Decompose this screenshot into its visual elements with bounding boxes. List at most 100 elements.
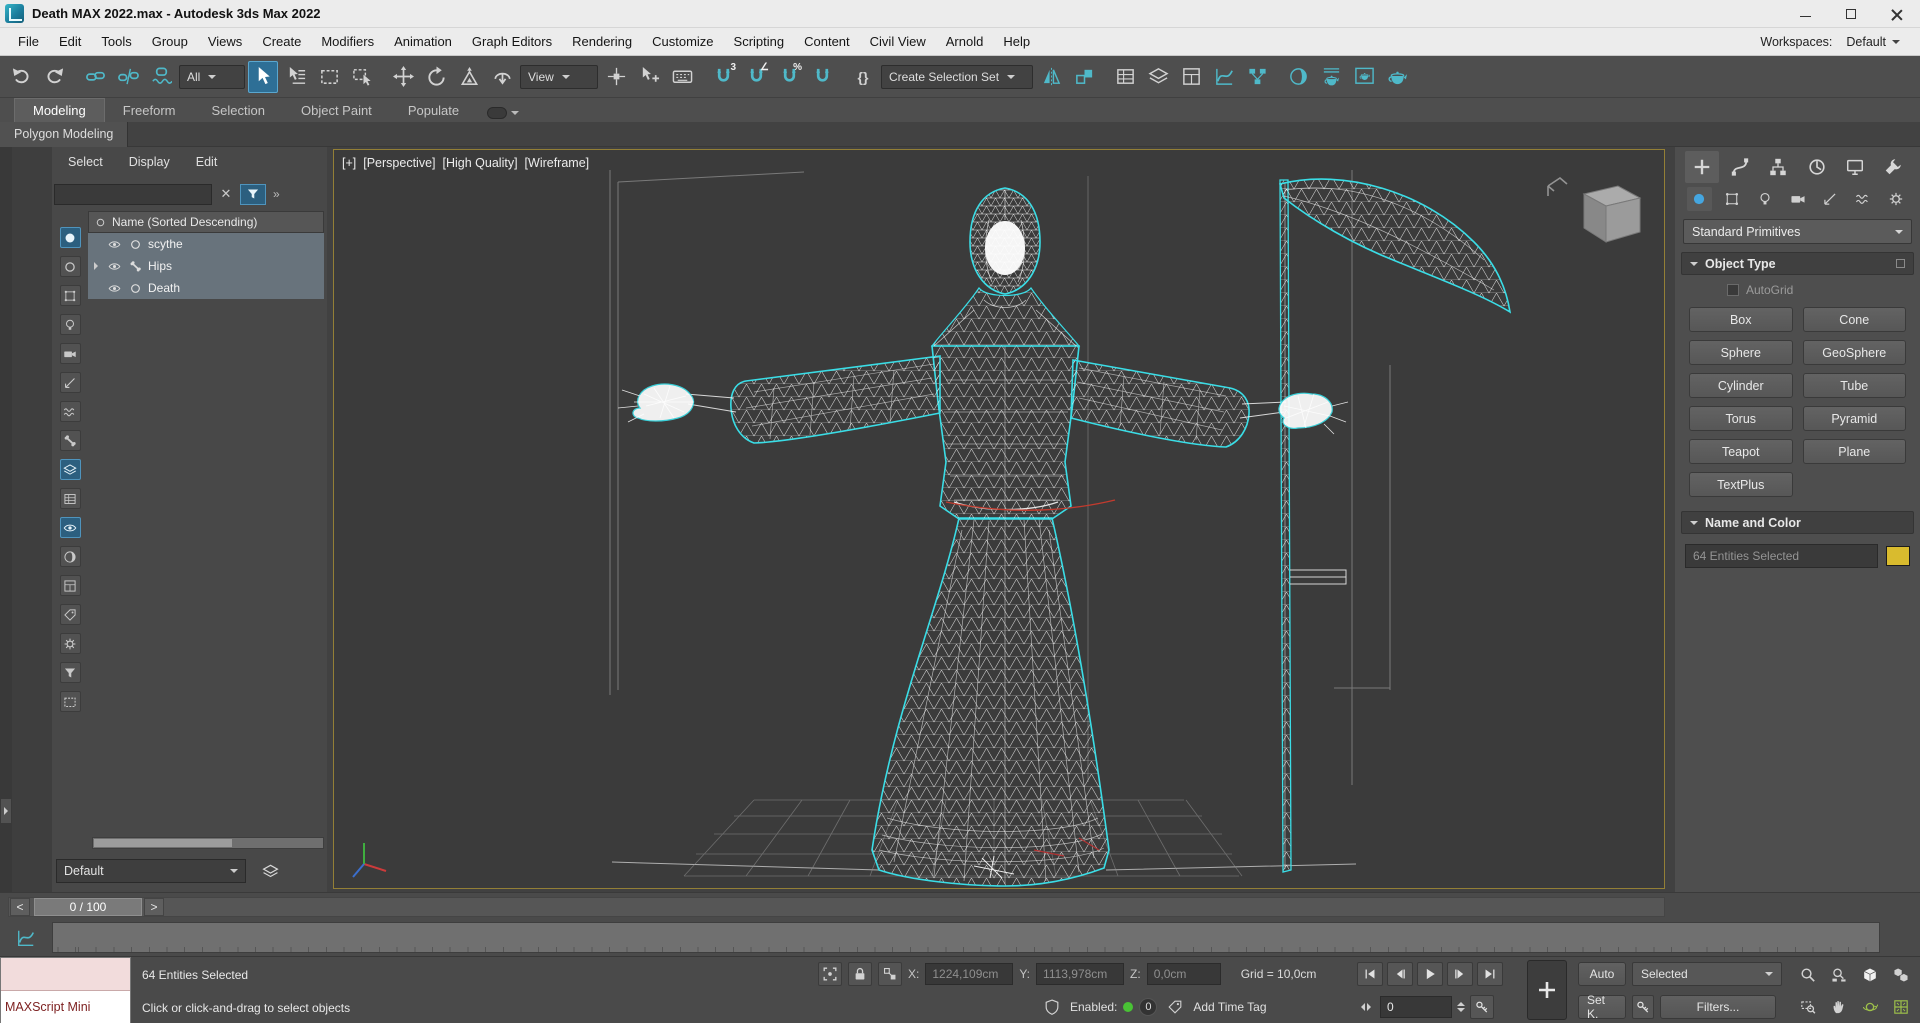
select-and-manipulate-button[interactable] xyxy=(634,61,664,93)
play-button[interactable] xyxy=(1417,962,1443,986)
filter-selection-sets-icon[interactable] xyxy=(59,604,81,625)
frame-step-icons[interactable] xyxy=(1357,1003,1375,1011)
orbit-icon[interactable] xyxy=(1856,992,1884,1021)
bind-to-space-warp-button[interactable] xyxy=(146,61,176,93)
cone-button[interactable]: Cone xyxy=(1802,307,1906,332)
workspaces-dropdown[interactable]: Default xyxy=(1840,33,1906,51)
modify-tab-icon[interactable] xyxy=(1723,151,1757,183)
menu-content[interactable]: Content xyxy=(794,28,860,55)
close-button[interactable] xyxy=(1874,0,1920,27)
edit-named-selection-sets-button[interactable]: {} xyxy=(848,61,878,93)
utilities-tab-icon[interactable] xyxy=(1876,151,1910,183)
plane-button[interactable]: Plane xyxy=(1802,439,1906,464)
filter-hidden-icon[interactable] xyxy=(59,691,81,712)
current-frame-field[interactable]: 0 xyxy=(1380,996,1452,1018)
eye-icon[interactable] xyxy=(106,258,123,275)
menu-tools[interactable]: Tools xyxy=(91,28,141,55)
keyboard-shortcut-override-toggle[interactable] xyxy=(667,61,697,93)
filter-space-warps-icon[interactable] xyxy=(59,401,81,422)
select-and-place-button[interactable] xyxy=(487,61,517,93)
zoom-icon[interactable] xyxy=(1794,960,1822,989)
maximize-button[interactable] xyxy=(1828,0,1874,27)
viewport-general-menu[interactable]: [+] xyxy=(342,156,356,170)
lights-category-icon[interactable] xyxy=(1752,187,1777,211)
reference-coordinate-system-dropdown[interactable]: View xyxy=(520,64,598,89)
explorer-horizontal-scrollbar[interactable] xyxy=(92,837,324,849)
cameras-category-icon[interactable] xyxy=(1785,187,1810,211)
ribbon-panel-options-icon[interactable] xyxy=(487,107,520,119)
explorer-menu-select[interactable]: Select xyxy=(68,155,103,169)
sphere-button[interactable]: Sphere xyxy=(1689,340,1793,365)
select-object-button[interactable] xyxy=(248,60,278,93)
list-item-death[interactable]: Death xyxy=(88,277,324,299)
rectangular-selection-region-button[interactable] xyxy=(314,61,344,93)
create-key-button[interactable] xyxy=(1527,960,1567,1020)
geometry-category-icon[interactable] xyxy=(1687,187,1712,211)
motion-tab-icon[interactable] xyxy=(1800,151,1834,183)
pan-icon[interactable] xyxy=(1825,992,1853,1021)
geosphere-button[interactable]: GeoSphere xyxy=(1802,340,1906,365)
x-coordinate-field[interactable]: 1224,109cm xyxy=(925,963,1014,985)
teapot-button[interactable]: Teapot xyxy=(1689,439,1793,464)
set-key-filters-icon[interactable] xyxy=(1632,995,1654,1019)
primitive-category-dropdown[interactable]: Standard Primitives xyxy=(1683,219,1912,244)
blocked-scripts-badge[interactable]: 0 xyxy=(1139,998,1158,1016)
z-coordinate-field[interactable]: 0,0cm xyxy=(1146,963,1221,985)
torus-button[interactable]: Torus xyxy=(1689,406,1793,431)
viewport-canvas[interactable] xyxy=(334,150,1664,888)
render-production-button[interactable] xyxy=(1382,61,1412,93)
tab-freeform[interactable]: Freeform xyxy=(105,99,194,122)
menu-civil-view[interactable]: Civil View xyxy=(860,28,936,55)
curve-editor-button[interactable] xyxy=(1209,61,1239,93)
filter-materials-icon[interactable] xyxy=(59,546,81,567)
filter-geometry-icon[interactable] xyxy=(59,256,81,277)
filter-frozen-icon[interactable] xyxy=(59,633,81,654)
viewcube[interactable] xyxy=(1540,172,1650,256)
filter-shapes-icon[interactable] xyxy=(59,285,81,306)
maxscript-mini-listener[interactable]: MAXScript Mini xyxy=(0,957,131,1023)
select-and-rotate-button[interactable] xyxy=(421,61,451,93)
box-button[interactable]: Box xyxy=(1689,307,1793,332)
snap-toggle-3d-button[interactable]: 3 xyxy=(708,61,738,93)
textplus-button[interactable]: TextPlus xyxy=(1689,472,1793,497)
hierarchy-tab-icon[interactable] xyxy=(1761,151,1795,183)
tab-polygon-modeling[interactable]: Polygon Modeling xyxy=(0,121,129,147)
explorer-search-input[interactable] xyxy=(54,183,212,205)
named-selection-sets-dropdown[interactable]: Create Selection Set xyxy=(881,64,1033,89)
window-crossing-toggle[interactable] xyxy=(347,61,377,93)
tab-populate[interactable]: Populate xyxy=(390,99,477,122)
display-tab-icon[interactable] xyxy=(1838,151,1872,183)
filter-xrefs-icon[interactable] xyxy=(59,488,81,509)
viewport-shading-menu[interactable]: [Wireframe] xyxy=(525,156,590,170)
key-mode-dropdown[interactable]: Selected xyxy=(1632,962,1782,986)
tube-button[interactable]: Tube xyxy=(1802,373,1906,398)
menu-arnold[interactable]: Arnold xyxy=(936,28,994,55)
menu-modifiers[interactable]: Modifiers xyxy=(311,28,384,55)
render-setup-button[interactable] xyxy=(1316,61,1346,93)
clear-search-icon[interactable]: ✕ xyxy=(217,185,235,203)
space-warps-category-icon[interactable] xyxy=(1851,187,1876,211)
systems-category-icon[interactable] xyxy=(1883,187,1908,211)
tab-object-paint[interactable]: Object Paint xyxy=(283,99,390,122)
scene-security-shield-icon[interactable] xyxy=(1040,995,1064,1019)
go-to-start-button[interactable] xyxy=(1357,962,1383,986)
object-type-rollout[interactable]: Object Type xyxy=(1681,252,1914,275)
list-item-hips[interactable]: Hips xyxy=(88,255,324,277)
tab-modeling[interactable]: Modeling xyxy=(14,98,105,122)
key-mode-toggle-icon[interactable] xyxy=(1470,995,1494,1019)
previous-frame-button[interactable] xyxy=(1387,962,1413,986)
object-color-swatch[interactable] xyxy=(1886,546,1910,566)
helpers-category-icon[interactable] xyxy=(1818,187,1843,211)
filter-groups-icon[interactable] xyxy=(59,459,81,480)
expand-icon[interactable] xyxy=(93,262,102,270)
viewport[interactable]: [+] [Perspective] [High Quality] [Wirefr… xyxy=(333,149,1665,889)
previous-frame-button[interactable]: < xyxy=(10,898,30,916)
menu-rendering[interactable]: Rendering xyxy=(562,28,642,55)
toggle-scene-explorer-button[interactable] xyxy=(1110,61,1140,93)
menu-views[interactable]: Views xyxy=(198,28,252,55)
menu-group[interactable]: Group xyxy=(142,28,198,55)
menu-graph-editors[interactable]: Graph Editors xyxy=(462,28,562,55)
maximize-viewport-icon[interactable] xyxy=(1887,992,1915,1021)
zoom-extents-icon[interactable] xyxy=(1856,960,1884,989)
layer-manager-icon[interactable] xyxy=(256,860,284,882)
